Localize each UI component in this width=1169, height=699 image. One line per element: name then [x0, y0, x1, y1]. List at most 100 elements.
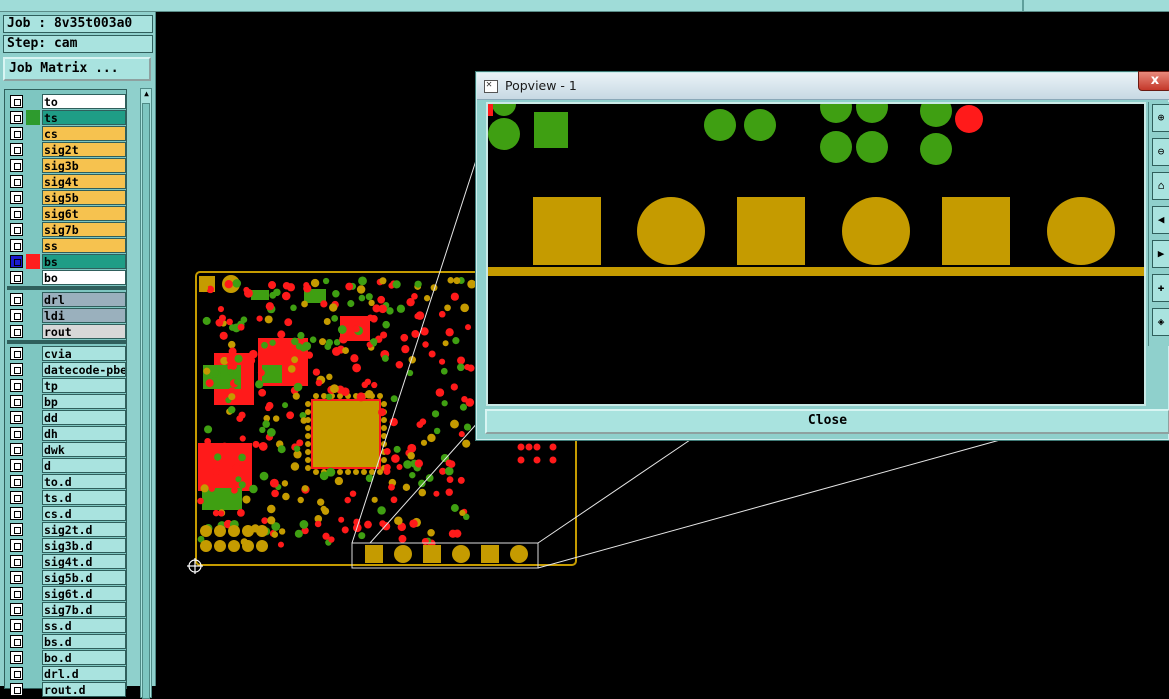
scroll-up-icon[interactable]: ▲ [142, 89, 151, 99]
window-close-icon[interactable]: x [1138, 71, 1169, 91]
zoom-in-icon[interactable]: ⊕ [1152, 104, 1169, 132]
layer-name[interactable]: bs [42, 254, 126, 269]
layer-name[interactable]: ss [42, 238, 126, 253]
layer-checkbox[interactable] [10, 127, 23, 140]
layer-row-sig6t-d[interactable]: sig6t.d [7, 586, 127, 601]
layer-row-ts[interactable]: ts [7, 110, 127, 125]
layer-row-bs-d[interactable]: bs.d [7, 634, 127, 649]
layer-row-sig2t[interactable]: sig2t [7, 142, 127, 157]
layer-checkbox[interactable] [10, 539, 23, 552]
layer-checkbox[interactable] [10, 95, 23, 108]
layer-name[interactable]: ts [42, 110, 126, 125]
layer-row-ts-d[interactable]: ts.d [7, 490, 127, 505]
layer-checkbox[interactable] [10, 223, 23, 236]
layer-checkbox[interactable] [10, 587, 23, 600]
pan-left-icon[interactable]: ◀ [1152, 206, 1169, 234]
layer-checkbox[interactable] [10, 175, 23, 188]
layer-row-drl[interactable]: drl [7, 292, 127, 307]
layer-checkbox[interactable] [10, 379, 23, 392]
layer-row-sig4t[interactable]: sig4t [7, 174, 127, 189]
layer-row-sig7b[interactable]: sig7b [7, 222, 127, 237]
layer-row-datecode-pbe[interactable]: datecode-pbe [7, 362, 127, 377]
layer-name[interactable]: sig4t [42, 174, 126, 189]
layer-checkbox[interactable] [10, 411, 23, 424]
layer-checkbox[interactable] [10, 347, 23, 360]
layer-name[interactable]: sig5b.d [42, 570, 126, 585]
layer-name[interactable]: sig2t.d [42, 522, 126, 537]
layer-checkbox[interactable] [10, 571, 23, 584]
layer-row-d[interactable]: d [7, 458, 127, 473]
layer-name[interactable]: ss.d [42, 618, 126, 633]
layer-row-sig7b-d[interactable]: sig7b.d [7, 602, 127, 617]
layer-row-sig5b-d[interactable]: sig5b.d [7, 570, 127, 585]
layer-row-ldi[interactable]: ldi [7, 308, 127, 323]
layer-name[interactable]: bo [42, 270, 126, 285]
layer-checkbox[interactable] [10, 635, 23, 648]
layer-checkbox[interactable] [10, 395, 23, 408]
layer-checkbox[interactable] [10, 159, 23, 172]
layer-row-ss[interactable]: ss [7, 238, 127, 253]
layer-checkbox[interactable] [10, 667, 23, 680]
layer-name[interactable]: ldi [42, 308, 126, 323]
layer-checkbox[interactable] [10, 491, 23, 504]
fit-icon[interactable]: ✚ [1152, 274, 1169, 302]
layer-name[interactable]: drl [42, 292, 126, 307]
zoom-out-icon[interactable]: ⊖ [1152, 138, 1169, 166]
layer-row-rout[interactable]: rout [7, 324, 127, 339]
layer-row-ss-d[interactable]: ss.d [7, 618, 127, 633]
layer-row-bp[interactable]: bp [7, 394, 127, 409]
layer-checkbox[interactable] [10, 207, 23, 220]
layer-scrollbar[interactable]: ▲ [140, 88, 152, 699]
layer-checkbox[interactable] [10, 427, 23, 440]
scroll-thumb[interactable] [142, 103, 150, 699]
layer-checkbox[interactable] [10, 651, 23, 664]
layer-name[interactable]: dh [42, 426, 126, 441]
layer-row-tp[interactable]: tp [7, 378, 127, 393]
layer-name[interactable]: tp [42, 378, 126, 393]
layer-row-to-d[interactable]: to.d [7, 474, 127, 489]
layer-row-drl-d[interactable]: drl.d [7, 666, 127, 681]
layer-name[interactable]: bs.d [42, 634, 126, 649]
layer-checkbox[interactable] [10, 325, 23, 338]
layer-row-sig3b-d[interactable]: sig3b.d [7, 538, 127, 553]
layer-name[interactable]: ts.d [42, 490, 126, 505]
layer-checkbox[interactable] [10, 143, 23, 156]
layer-name[interactable]: to.d [42, 474, 126, 489]
layer-name[interactable]: sig7b [42, 222, 126, 237]
zoom-home-icon[interactable]: ⌂ [1152, 172, 1169, 200]
layer-checkbox[interactable] [10, 683, 23, 696]
layer-name[interactable]: rout [42, 324, 126, 339]
layer-name[interactable]: bp [42, 394, 126, 409]
layer-row-dh[interactable]: dh [7, 426, 127, 441]
layer-row-cvia[interactable]: cvia [7, 346, 127, 361]
layer-name[interactable]: sig3b [42, 158, 126, 173]
layer-name[interactable]: bo.d [42, 650, 126, 665]
layer-name[interactable]: dwk [42, 442, 126, 457]
layer-checkbox[interactable] [10, 523, 23, 536]
layer-row-cs[interactable]: cs [7, 126, 127, 141]
layer-name[interactable]: sig4t.d [42, 554, 126, 569]
layer-name[interactable]: sig6t.d [42, 586, 126, 601]
layer-name[interactable]: datecode-pbe [42, 362, 126, 377]
center-icon[interactable]: ◈ [1152, 308, 1169, 336]
layer-row-sig5b[interactable]: sig5b [7, 190, 127, 205]
layer-row-bo-d[interactable]: bo.d [7, 650, 127, 665]
layer-row-sig3b[interactable]: sig3b [7, 158, 127, 173]
layer-name[interactable]: sig2t [42, 142, 126, 157]
layer-row-cs-d[interactable]: cs.d [7, 506, 127, 521]
layer-checkbox[interactable] [10, 293, 23, 306]
layer-name[interactable]: cs [42, 126, 126, 141]
layer-row-sig4t-d[interactable]: sig4t.d [7, 554, 127, 569]
layer-name[interactable]: cs.d [42, 506, 126, 521]
layer-checkbox[interactable] [10, 619, 23, 632]
layer-name[interactable]: d [42, 458, 126, 473]
layer-row-bs[interactable]: bs [7, 254, 127, 269]
layer-checkbox[interactable] [10, 459, 23, 472]
layer-checkbox[interactable] [10, 507, 23, 520]
layer-row-dwk[interactable]: dwk [7, 442, 127, 457]
layer-row-sig6t[interactable]: sig6t [7, 206, 127, 221]
layer-checkbox[interactable] [10, 309, 23, 322]
layer-checkbox[interactable] [10, 443, 23, 456]
layer-name[interactable]: drl.d [42, 666, 126, 681]
layer-name[interactable]: sig7b.d [42, 602, 126, 617]
